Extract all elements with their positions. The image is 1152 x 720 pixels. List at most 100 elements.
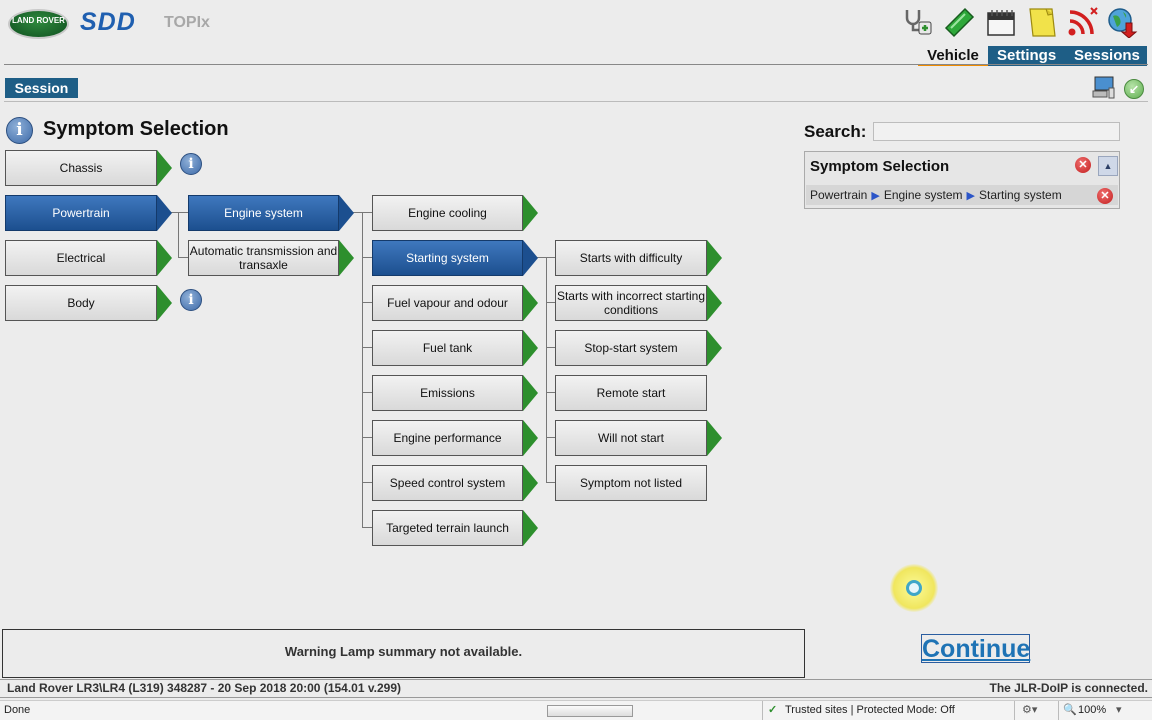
connection-status: The JLR-DoIP is connected. [989, 681, 1148, 695]
node-label: Symptom not listed [579, 476, 683, 490]
notes-icon[interactable] [1026, 6, 1058, 38]
tree-node-speed-control[interactable]: Speed control system [372, 465, 538, 501]
node-label: Speed control system [389, 476, 506, 490]
progress-bar [547, 705, 633, 717]
check-icon: ✓ [768, 704, 778, 716]
node-label: Starts with incorrect starting condition… [556, 289, 706, 317]
info-icon[interactable]: i [6, 117, 33, 144]
node-label: Targeted terrain launch [386, 521, 509, 535]
expand-arrow-icon [523, 285, 538, 321]
connector-line [546, 392, 555, 393]
calendar-icon[interactable] [985, 6, 1017, 38]
browser-status: Done [4, 704, 31, 716]
connector-line [170, 212, 188, 213]
zoom-dropdown-icon[interactable]: ▾ [1116, 701, 1122, 720]
stethoscope-icon[interactable] [901, 6, 933, 38]
tree-node-starting-system[interactable]: Starting system [372, 240, 538, 276]
warning-text: Warning Lamp summary not available. [284, 644, 523, 659]
tree-node-engine-cooling[interactable]: Engine cooling [372, 195, 538, 231]
node-label: Automatic transmission and transaxle [189, 244, 338, 272]
node-label: Fuel vapour and odour [387, 296, 508, 310]
node-label: Remote start [596, 386, 666, 400]
connector-line [546, 302, 555, 303]
node-label: Will not start [597, 431, 664, 445]
page-title: Symptom Selection [43, 118, 229, 140]
expand-arrow-icon [157, 240, 172, 276]
divider [1058, 701, 1059, 720]
node-label: Engine performance [393, 431, 502, 445]
green-tool-icon[interactable] [943, 6, 975, 38]
tree-node-stop-start-system[interactable]: Stop-start system [555, 330, 722, 366]
node-label: Body [67, 296, 95, 310]
zoom-level[interactable]: 100% [1078, 701, 1106, 720]
connector-line [178, 257, 188, 258]
tree-node-engine-performance[interactable]: Engine performance [372, 420, 538, 456]
connector-line [362, 527, 372, 528]
app-name: SDD [80, 8, 136, 36]
expand-arrow-icon [523, 375, 538, 411]
expand-arrow-icon [523, 510, 538, 546]
module-name: TOPIx [164, 14, 210, 31]
search-label: Search: [804, 122, 867, 141]
tab-vehicle[interactable]: Vehicle [918, 46, 988, 66]
tree-node-automatic-transmission[interactable]: Automatic transmission and transaxle [188, 240, 354, 276]
tree-node-targeted-terrain-launch[interactable]: Targeted terrain launch [372, 510, 538, 546]
info-icon[interactable]: i [180, 153, 202, 175]
tree-node-fuel-tank[interactable]: Fuel tank [372, 330, 538, 366]
connector-line [362, 347, 372, 348]
tree-node-symptom-not-listed[interactable]: Symptom not listed [555, 465, 707, 501]
node-label: Starting system [406, 251, 489, 265]
continue-button[interactable]: Continue [921, 634, 1030, 663]
connector-line [178, 212, 179, 258]
tree-node-will-not-start[interactable]: Will not start [555, 420, 722, 456]
connector-line [546, 257, 547, 483]
tab-settings[interactable]: Settings [988, 46, 1065, 66]
expand-arrow-icon [523, 195, 538, 231]
expand-arrow-icon [157, 285, 172, 321]
session-label[interactable]: Session [5, 78, 78, 98]
tree-node-remote-start[interactable]: Remote start [555, 375, 707, 411]
node-label: Engine system [224, 206, 303, 220]
remove-path-icon[interactable]: ✕ [1097, 188, 1113, 204]
connector-line [546, 482, 555, 483]
search-input[interactable] [873, 122, 1120, 141]
path-item: Engine system [883, 188, 963, 202]
globe-icon[interactable] [1106, 6, 1138, 39]
node-label: Fuel tank [422, 341, 473, 355]
tree-node-incorrect-starting-conditions[interactable]: Starts with incorrect starting condition… [555, 285, 722, 321]
node-label: Chassis [59, 161, 103, 175]
busy-cursor-icon [906, 580, 922, 596]
tree-node-body[interactable]: Body [5, 285, 172, 321]
feed-icon[interactable] [1066, 6, 1098, 38]
connector-line [362, 257, 372, 258]
tree-node-powertrain[interactable]: Powertrain [5, 195, 172, 231]
tree-node-emissions[interactable]: Emissions [372, 375, 538, 411]
warning-lamp-box: Warning Lamp summary not available. [2, 629, 805, 678]
tree-node-electrical[interactable]: Electrical [5, 240, 172, 276]
vehicle-info: Land Rover LR3\LR4 (L319) 348287 - 20 Se… [7, 681, 401, 695]
tree-node-starts-with-difficulty[interactable]: Starts with difficulty [555, 240, 722, 276]
node-label: Powertrain [52, 206, 110, 220]
clear-all-icon[interactable]: ✕ [1075, 157, 1091, 173]
divider [762, 701, 763, 720]
node-label: Starts with difficulty [579, 251, 683, 265]
expand-arrow-icon [339, 195, 354, 231]
vehicle-status-bar: Land Rover LR3\LR4 (L319) 348287 - 20 Se… [0, 679, 1152, 698]
tree-node-engine-system[interactable]: Engine system [188, 195, 354, 231]
zoom-icon[interactable]: 🔍 [1063, 701, 1077, 720]
node-label: Electrical [56, 251, 106, 265]
zone-settings-icon[interactable]: ⚙▾ [1022, 701, 1037, 720]
tree-node-fuel-vapour[interactable]: Fuel vapour and odour [372, 285, 538, 321]
computer-icon[interactable] [1090, 74, 1116, 100]
path-arrow-icon: ▶ [966, 190, 975, 202]
tab-sessions[interactable]: Sessions [1065, 46, 1147, 66]
connector-line [362, 482, 372, 483]
collapse-button[interactable]: ▲ [1098, 156, 1118, 176]
connector-line [546, 347, 555, 348]
info-icon[interactable]: i [180, 289, 202, 311]
exit-arrow-icon[interactable]: ↙ [1124, 79, 1144, 99]
node-label: Emissions [420, 386, 475, 400]
tree-node-chassis[interactable]: Chassis [5, 150, 172, 186]
session-divider [4, 101, 1148, 102]
expand-arrow-icon [157, 195, 172, 231]
